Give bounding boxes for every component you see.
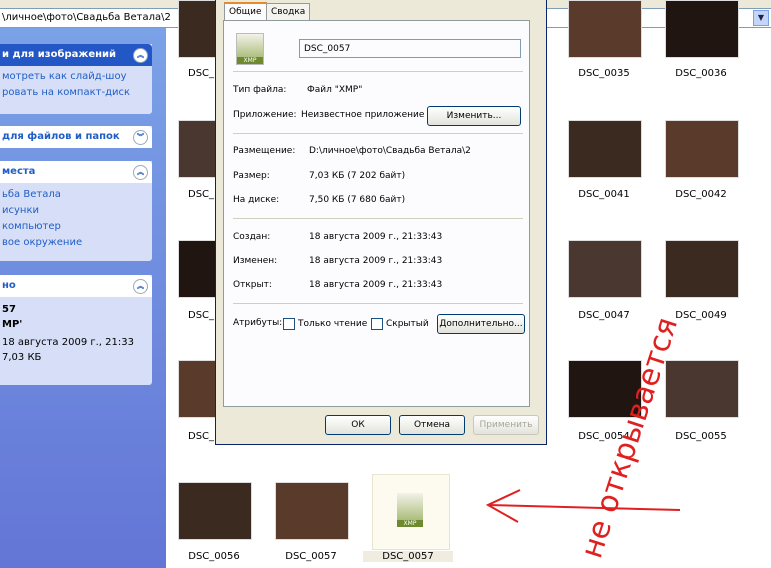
annotation-text: не открывается: [574, 313, 685, 562]
red-annotation: не открывается: [485, 313, 685, 562]
arrow-shaft: [487, 504, 681, 511]
